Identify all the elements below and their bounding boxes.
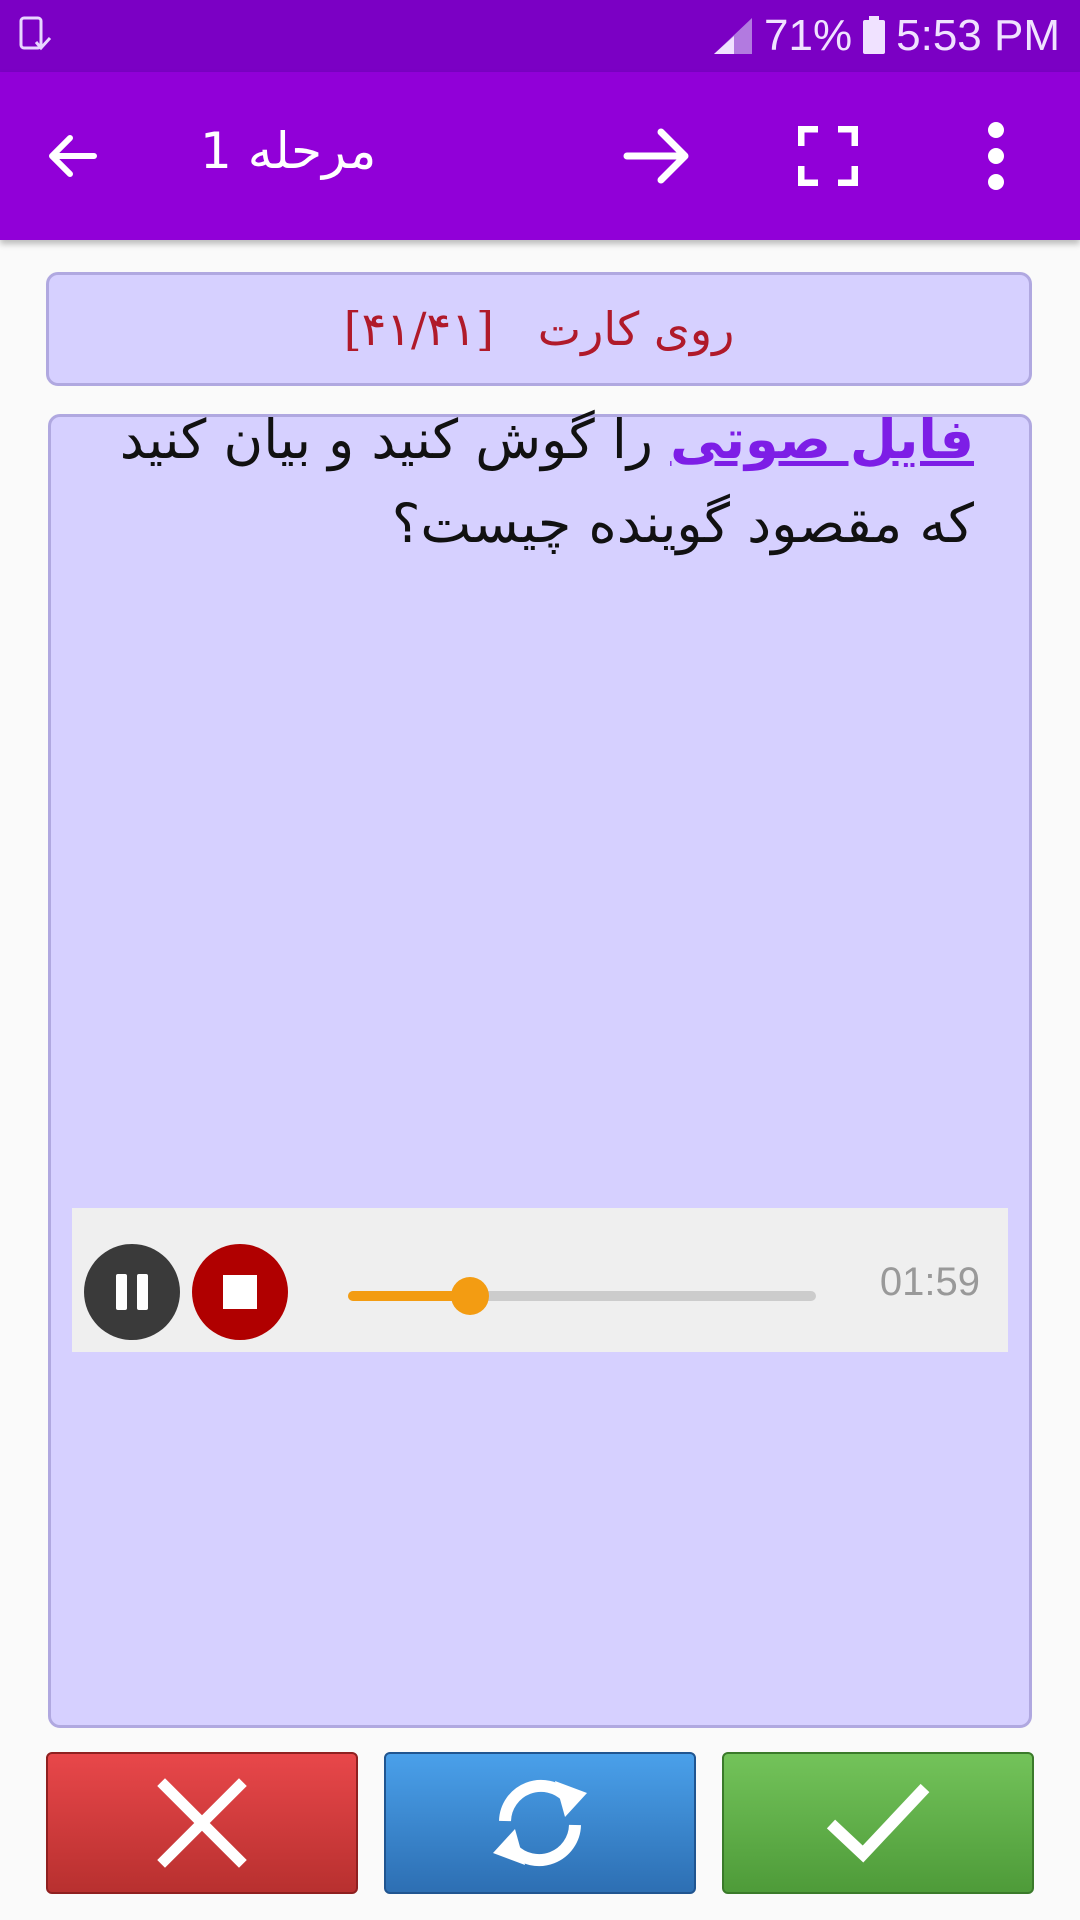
seek-thumb[interactable]: [450, 1277, 489, 1315]
card-side-text: روی کارت [۴۱/۴۱]: [344, 302, 735, 356]
status-right: 71% 5:53 PM: [712, 8, 1060, 64]
page-title: مرحله 1: [200, 122, 377, 180]
fullscreen-button[interactable]: [778, 106, 878, 206]
signal-icon: [714, 18, 753, 54]
audio-file-link[interactable]: فایل صوتی: [670, 408, 974, 471]
stop-icon: [223, 1275, 257, 1309]
player-time: 01:59: [879, 1260, 980, 1304]
question-text: فایل صوتی را گوش کنید و بیان کنید که مقص…: [70, 398, 974, 566]
card-body: [48, 414, 1032, 1728]
card-side-header: روی کارت [۴۱/۴۱]: [46, 272, 1032, 386]
pause-icon: [116, 1274, 148, 1310]
seek-bar[interactable]: [348, 1277, 816, 1315]
arrow-right-icon: [623, 128, 689, 184]
more-vertical-icon: [988, 122, 1004, 190]
audio-player: 01:59: [72, 1208, 1008, 1352]
app-bar: مرحله 1: [0, 72, 1080, 240]
fullscreen-icon: [798, 126, 858, 186]
clock: 5:53 PM: [896, 11, 1060, 60]
battery-icon: [863, 16, 886, 54]
next-button[interactable]: [608, 106, 708, 206]
arrow-left-icon: [49, 135, 97, 177]
stop-button[interactable]: [192, 1244, 288, 1340]
wrong-button[interactable]: [46, 1752, 358, 1894]
flip-card-button[interactable]: [384, 1752, 696, 1894]
pause-button[interactable]: [84, 1244, 180, 1340]
status-bar: 71% 5:53 PM: [0, 0, 1080, 72]
check-icon: [826, 1783, 930, 1863]
refresh-icon: [493, 1779, 587, 1867]
close-icon: [157, 1778, 247, 1868]
download-notification-icon: [19, 16, 52, 51]
correct-button[interactable]: [722, 1752, 1034, 1894]
card-side-label: روی کارت: [537, 302, 735, 356]
card-counter: [۴۱/۴۱]: [343, 302, 494, 356]
battery-percent: 71%: [764, 11, 853, 60]
overflow-menu-button[interactable]: [946, 106, 1046, 206]
back-button[interactable]: [22, 106, 122, 206]
